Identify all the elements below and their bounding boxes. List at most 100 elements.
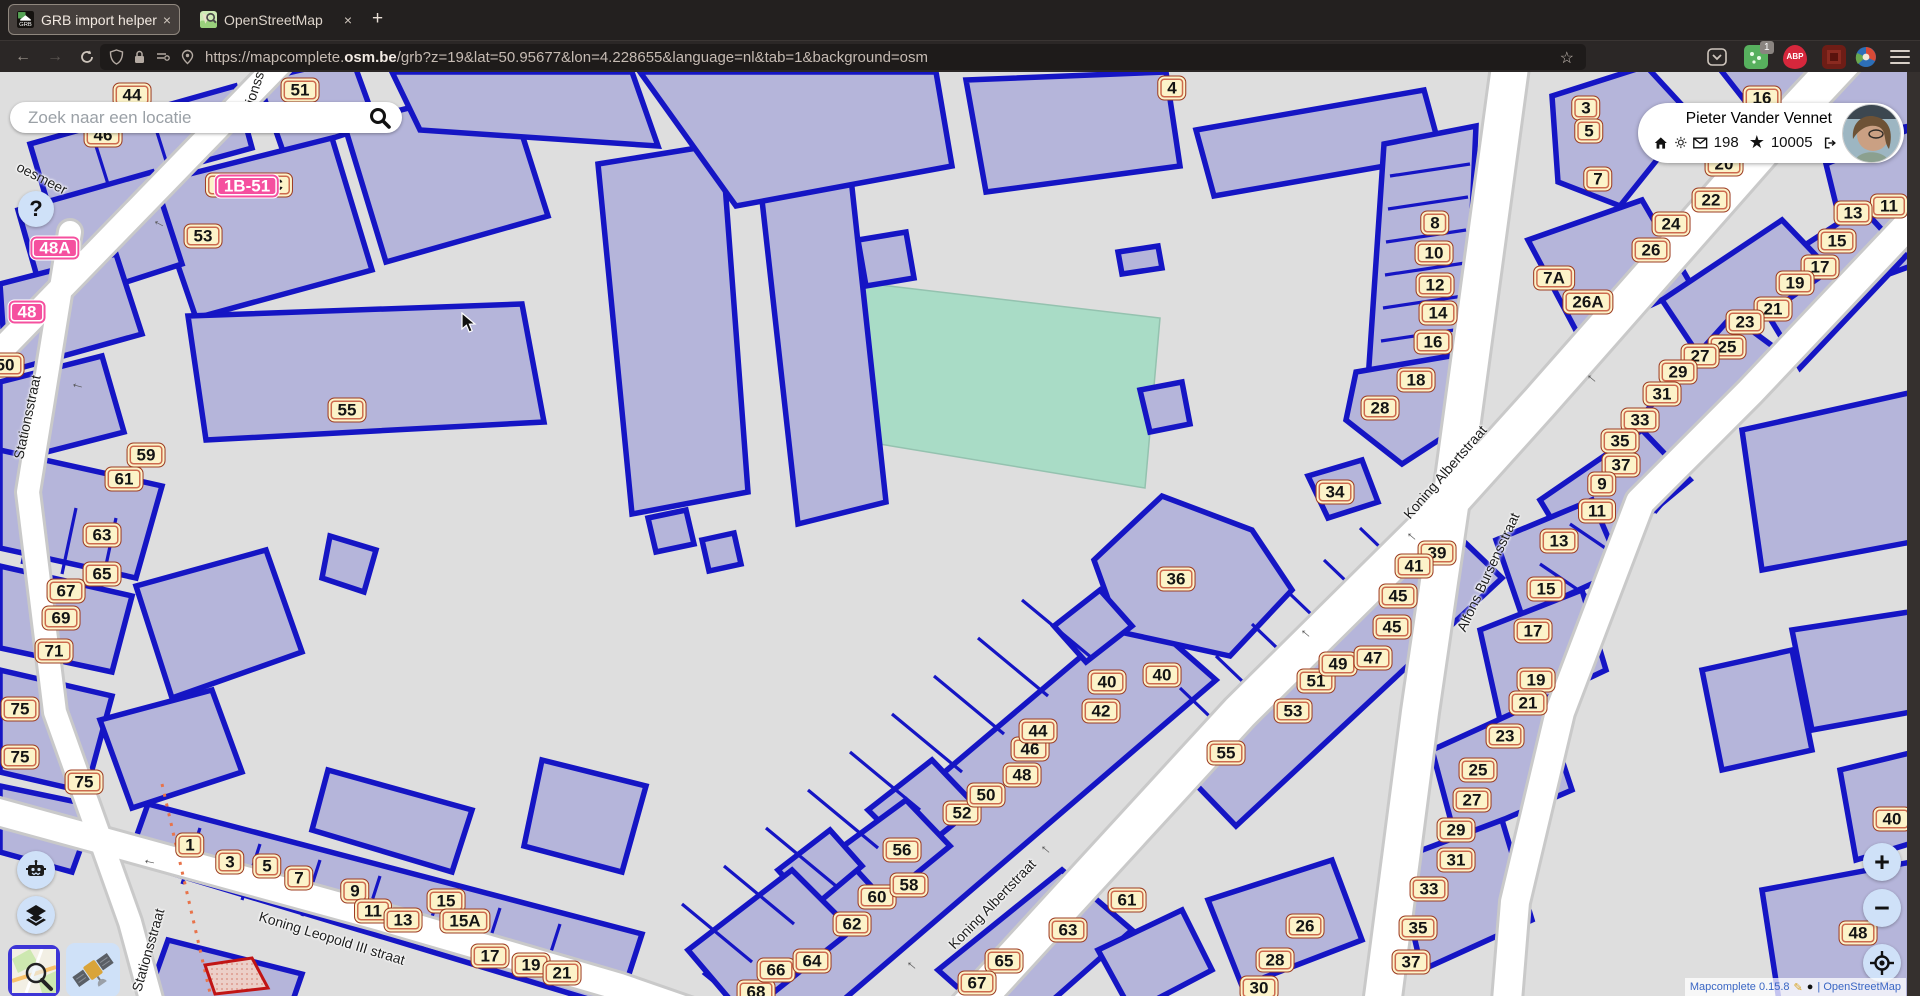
house-number-badge[interactable]: 75 bbox=[65, 770, 104, 795]
house-number-badge[interactable]: 44 bbox=[1019, 719, 1058, 744]
house-number-badge[interactable]: 56 bbox=[883, 838, 922, 863]
layers-button[interactable] bbox=[17, 896, 55, 934]
house-number-badge[interactable]: 40 bbox=[1873, 807, 1912, 832]
house-number-badge[interactable]: 62 bbox=[833, 912, 872, 937]
house-number-badge[interactable]: 7A bbox=[1533, 266, 1575, 291]
house-number-badge[interactable]: 23 bbox=[1726, 310, 1765, 335]
permissions-icon[interactable] bbox=[155, 49, 171, 65]
house-number-badge[interactable]: 1B-51 bbox=[214, 174, 280, 199]
house-number-badge[interactable]: 67 bbox=[958, 971, 997, 996]
messages-icon[interactable] bbox=[1693, 136, 1707, 150]
house-number-badge[interactable]: 29 bbox=[1437, 818, 1476, 843]
house-number-badge[interactable]: 47 bbox=[1354, 646, 1393, 671]
location-pin-icon[interactable] bbox=[180, 49, 195, 65]
house-number-badge[interactable]: 3 bbox=[1571, 96, 1600, 121]
house-number-badge[interactable]: 21 bbox=[543, 961, 582, 986]
menu-hamburger-icon[interactable] bbox=[1890, 50, 1910, 64]
house-number-badge[interactable]: 7 bbox=[1583, 167, 1612, 192]
attribution-osm-link[interactable]: | OpenStreetMap bbox=[1817, 981, 1901, 993]
house-number-badge[interactable]: 28 bbox=[1361, 396, 1400, 421]
house-number-badge[interactable]: 42 bbox=[1082, 699, 1121, 724]
geolocate-button[interactable] bbox=[1863, 944, 1901, 982]
house-number-badge[interactable]: 21 bbox=[1509, 691, 1548, 716]
house-number-badge[interactable]: 24 bbox=[1652, 212, 1691, 237]
attribution-mapillary-icon[interactable]: ● bbox=[1807, 981, 1814, 993]
house-number-badge[interactable]: 49 bbox=[1319, 652, 1358, 677]
house-number-badge[interactable]: 13 bbox=[384, 908, 423, 933]
house-number-badge[interactable]: 35 bbox=[1601, 429, 1640, 454]
house-number-badge[interactable]: 16 bbox=[1414, 330, 1453, 355]
house-number-badge[interactable]: 34 bbox=[1316, 480, 1355, 505]
house-number-badge[interactable]: 25 bbox=[1459, 758, 1498, 783]
house-number-badge[interactable]: 66 bbox=[757, 958, 796, 983]
extension-multicolor-icon[interactable] bbox=[1854, 45, 1878, 69]
house-number-badge[interactable]: 15A bbox=[439, 909, 490, 934]
zoom-out-button[interactable]: − bbox=[1863, 889, 1901, 927]
url-bar[interactable]: https://mapcomplete.osm.be/grb?z=19&lat=… bbox=[100, 44, 1586, 70]
house-number-badge[interactable]: 15 bbox=[1818, 229, 1857, 254]
house-number-badge[interactable]: 61 bbox=[105, 467, 144, 492]
house-number-badge[interactable]: 31 bbox=[1437, 848, 1476, 873]
house-number-badge[interactable]: 12 bbox=[1416, 273, 1455, 298]
house-number-badge[interactable]: 33 bbox=[1410, 877, 1449, 902]
attribution-app-link[interactable]: Mapcomplete 0.15.8 bbox=[1690, 981, 1790, 993]
map-canvas[interactable]: oesmeerStationsstraatStationsstraatStati… bbox=[0, 72, 1920, 996]
house-number-badge[interactable]: 41 bbox=[1395, 554, 1434, 579]
house-number-badge[interactable]: 37 bbox=[1392, 950, 1431, 975]
house-number-badge[interactable]: 36 bbox=[1157, 567, 1196, 592]
house-number-badge[interactable]: 26 bbox=[1286, 914, 1325, 939]
house-number-badge[interactable]: 63 bbox=[1049, 918, 1088, 943]
house-number-badge[interactable]: 75 bbox=[1, 745, 40, 770]
house-number-badge[interactable]: 35 bbox=[1399, 916, 1438, 941]
house-number-badge[interactable]: 40 bbox=[1088, 670, 1127, 695]
search-icon[interactable] bbox=[367, 105, 393, 131]
house-number-badge[interactable]: 51 bbox=[281, 78, 320, 103]
house-number-badge[interactable]: 45 bbox=[1373, 615, 1412, 640]
house-number-badge[interactable]: 48 bbox=[8, 300, 47, 325]
lock-icon[interactable] bbox=[133, 49, 146, 65]
house-number-badge[interactable]: 10 bbox=[1415, 241, 1454, 266]
tab-openstreetmap[interactable]: OpenStreetMap × bbox=[192, 4, 360, 35]
house-number-badge[interactable]: 55 bbox=[1207, 741, 1246, 766]
house-number-badge[interactable]: 19 bbox=[1517, 668, 1556, 693]
reload-button[interactable] bbox=[74, 44, 100, 70]
house-number-badge[interactable]: 58 bbox=[890, 873, 929, 898]
house-number-badge[interactable]: 13 bbox=[1540, 529, 1579, 554]
background-osm-button[interactable] bbox=[8, 945, 60, 996]
pocket-save-icon[interactable] bbox=[1705, 45, 1729, 69]
house-number-badge[interactable]: 40 bbox=[1143, 663, 1182, 688]
house-number-badge[interactable]: 59 bbox=[127, 443, 166, 468]
house-number-badge[interactable]: 17 bbox=[1514, 619, 1553, 644]
house-number-badge[interactable]: 1 bbox=[175, 833, 204, 858]
logout-icon[interactable] bbox=[1824, 135, 1838, 151]
house-number-badge[interactable]: 9 bbox=[1587, 472, 1616, 497]
tab-close-icon[interactable]: × bbox=[344, 12, 352, 28]
house-number-badge[interactable]: 63 bbox=[83, 523, 122, 548]
attribution-edit-icon[interactable]: ✎ bbox=[1794, 981, 1803, 994]
new-tab-button[interactable]: + bbox=[372, 8, 383, 30]
house-number-badge[interactable]: 75 bbox=[1, 697, 40, 722]
house-number-badge[interactable]: 26A bbox=[1562, 290, 1613, 315]
house-number-badge[interactable]: 50 bbox=[967, 783, 1006, 808]
house-number-badge[interactable]: 48 bbox=[1003, 763, 1042, 788]
house-number-badge[interactable]: 17 bbox=[471, 944, 510, 969]
house-number-badge[interactable]: 50 bbox=[0, 353, 24, 378]
tab-close-icon[interactable]: × bbox=[163, 12, 171, 28]
house-number-badge[interactable]: 18 bbox=[1397, 368, 1436, 393]
back-button[interactable]: ← bbox=[10, 44, 36, 70]
house-number-badge[interactable]: 28 bbox=[1256, 948, 1295, 973]
house-number-badge[interactable]: 7 bbox=[284, 866, 313, 891]
house-number-badge[interactable]: 13 bbox=[1834, 201, 1873, 226]
house-number-badge[interactable]: 22 bbox=[1692, 188, 1731, 213]
tab-grb-import-helper[interactable]: GRB GRB import helper × bbox=[8, 4, 180, 35]
home-icon[interactable] bbox=[1654, 135, 1668, 151]
house-number-badge[interactable]: 14 bbox=[1419, 301, 1458, 326]
import-bot-button[interactable] bbox=[17, 851, 55, 889]
house-number-badge[interactable]: 55 bbox=[328, 398, 367, 423]
house-number-badge[interactable]: 61 bbox=[1108, 888, 1147, 913]
extension-green-icon[interactable]: 1 bbox=[1744, 45, 1768, 69]
house-number-badge[interactable]: 65 bbox=[83, 562, 122, 587]
house-number-badge[interactable]: 71 bbox=[35, 639, 74, 664]
house-number-badge[interactable]: 5 bbox=[252, 854, 281, 879]
house-number-badge[interactable]: 11 bbox=[1870, 194, 1908, 219]
